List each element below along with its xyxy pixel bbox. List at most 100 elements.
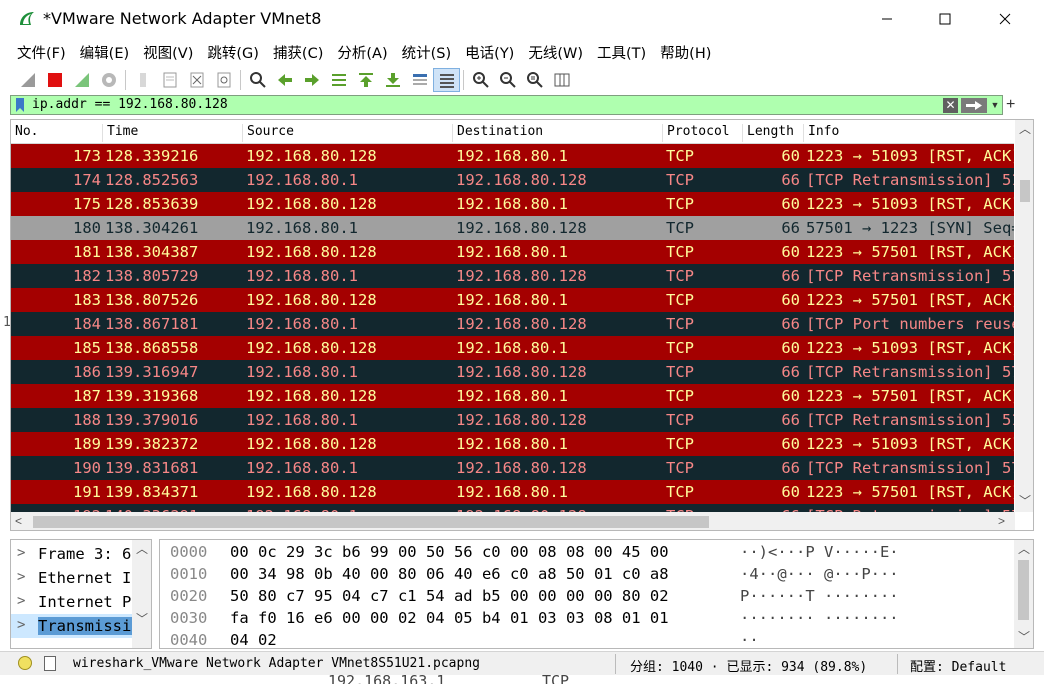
zoom-in-button[interactable] (467, 68, 494, 92)
packet-row[interactable]: 189 139.382372 192.168.80.128 192.168.80.1 T… (11, 432, 1014, 456)
start-capture-button[interactable] (14, 68, 41, 92)
column-header-destination[interactable]: Destination (452, 124, 543, 142)
scroll-right-icon[interactable]: > (998, 514, 1005, 528)
colorize-button[interactable] (433, 68, 460, 92)
scroll-thumb[interactable] (33, 516, 709, 528)
display-filter-input[interactable] (32, 97, 932, 112)
packet-details[interactable]: > Frame 3: 60 bytes on wire > Ethernet I… (10, 539, 152, 649)
detail-row-frame[interactable]: > Frame 3: 60 bytes on wire (11, 542, 151, 566)
apply-filter-button[interactable] (961, 98, 987, 113)
close-file-button[interactable] (183, 68, 210, 92)
packet-source: 192.168.80.128 (246, 291, 377, 309)
packet-row[interactable]: 183 138.807526 192.168.80.128 192.168.80.1 T… (11, 288, 1014, 312)
scroll-down-icon[interactable]: ﹀ (1018, 628, 1030, 645)
packet-row[interactable]: 175 128.853639 192.168.80.128 192.168.80.1 T… (11, 192, 1014, 216)
scroll-up-icon[interactable]: ︿ (1018, 540, 1030, 557)
column-header-info[interactable]: Info (803, 124, 839, 142)
packet-protocol: TCP (666, 339, 694, 357)
filter-history-dropdown[interactable]: ▼ (988, 98, 1002, 113)
expert-info-led-icon[interactable] (18, 656, 32, 670)
scroll-left-icon[interactable]: < (15, 514, 22, 528)
menu-go[interactable]: 跳转(G) (200, 42, 266, 63)
column-header-source[interactable]: Source (242, 124, 294, 142)
packet-bytes[interactable]: 0000 00 0c 29 3c b6 99 00 50 56 c0 00 08 … (159, 539, 1034, 649)
packet-info: [TCP Retransmission] 51093 → 1223 [SYN] (806, 411, 1014, 429)
packet-row[interactable]: 191 139.834371 192.168.80.128 192.168.80.1 T… (11, 480, 1014, 504)
packet-row[interactable]: 182 138.805729 192.168.80.1 192.168.80.128 T… (11, 264, 1014, 288)
packet-source: 192.168.80.128 (246, 435, 377, 453)
packet-row[interactable]: 190 139.831681 192.168.80.1 192.168.80.128 T… (11, 456, 1014, 480)
packet-row[interactable]: 185 138.868558 192.168.80.128 192.168.80.1 T… (11, 336, 1014, 360)
capture-options-button[interactable] (95, 68, 122, 92)
scroll-down-icon[interactable]: ﹀ (136, 610, 148, 627)
menu-wireless[interactable]: 无线(W) (521, 42, 590, 63)
detail-row-tcp[interactable]: > Transmission Control Protocol (11, 614, 151, 638)
close-button[interactable] (982, 0, 1028, 38)
menu-file[interactable]: 文件(F) (10, 42, 73, 63)
find-packet-button[interactable] (244, 68, 271, 92)
clear-filter-button[interactable]: ✕ (943, 98, 958, 113)
packet-row[interactable]: 184 138.867181 192.168.80.1 192.168.80.128 T… (11, 312, 1014, 336)
packet-destination: 192.168.80.1 (456, 195, 568, 213)
go-last-button[interactable] (379, 68, 406, 92)
packet-row[interactable]: 174 128.852563 192.168.80.1 192.168.80.128 T… (11, 168, 1014, 192)
chevron-right-icon[interactable]: > (17, 545, 25, 561)
packet-info: 1223 → 51093 [RST, ACK] Seq=1 Ack=1 Win=… (806, 195, 1014, 213)
packet-row[interactable]: 173 128.339216 192.168.80.128 192.168.80.1 T… (11, 144, 1014, 168)
chevron-right-icon[interactable]: > (17, 569, 25, 585)
autoscroll-button[interactable] (406, 68, 433, 92)
add-filter-button[interactable]: + (1006, 96, 1015, 114)
column-header-no[interactable]: No. (11, 124, 38, 142)
restart-capture-button[interactable] (68, 68, 95, 92)
menu-tools[interactable]: 工具(T) (590, 42, 653, 63)
go-back-button[interactable] (271, 68, 298, 92)
chevron-right-icon[interactable]: > (17, 617, 25, 633)
menu-capture[interactable]: 捕获(C) (266, 42, 330, 63)
save-file-button[interactable] (156, 68, 183, 92)
packet-info: 1223 → 51093 [RST, ACK] Seq=1 Ack=1 Win=… (806, 147, 1014, 165)
profile-indicator[interactable]: 配置: Default (910, 656, 1006, 675)
minimize-button[interactable] (864, 0, 910, 38)
go-to-packet-button[interactable] (325, 68, 352, 92)
detail-row-ip[interactable]: > Internet Protocol (11, 590, 151, 614)
menu-edit[interactable]: 编辑(E) (73, 42, 136, 63)
packet-row[interactable]: 181 138.304387 192.168.80.128 192.168.80.1 T… (11, 240, 1014, 264)
column-header-time[interactable]: Time (102, 124, 138, 142)
packet-row[interactable]: 188 139.379016 192.168.80.1 192.168.80.128 T… (11, 408, 1014, 432)
normal-size-button[interactable] (521, 68, 548, 92)
bytes-vscrollbar[interactable]: ︿ ﹀ (1014, 540, 1033, 648)
column-header-length[interactable]: Length (742, 124, 794, 142)
scroll-up-icon[interactable]: ︿ (136, 540, 148, 557)
packet-list-hscrollbar[interactable]: < > (11, 512, 1015, 530)
packet-row[interactable]: 187 139.319368 192.168.80.128 192.168.80.1 T… (11, 384, 1014, 408)
menu-statistics[interactable]: 统计(S) (395, 42, 459, 63)
packet-list-vscrollbar[interactable]: ︿ ﹀ (1015, 120, 1033, 512)
packet-destination: 192.168.80.1 (456, 387, 568, 405)
column-header-protocol[interactable]: Protocol (662, 124, 730, 142)
scroll-thumb[interactable] (1020, 180, 1030, 202)
reload-file-button[interactable] (210, 68, 237, 92)
scroll-up-icon[interactable]: ︿ (1019, 120, 1031, 137)
packet-row[interactable]: 186 139.316947 192.168.80.1 192.168.80.128 T… (11, 360, 1014, 384)
scroll-thumb[interactable] (1018, 560, 1029, 620)
detail-row-ethernet[interactable]: > Ethernet II (11, 566, 151, 590)
capture-comment-icon[interactable] (44, 656, 56, 671)
zoom-out-button[interactable] (494, 68, 521, 92)
go-forward-button[interactable] (298, 68, 325, 92)
packet-row[interactable]: 180 138.304261 192.168.80.1 192.168.80.128 T… (11, 216, 1014, 240)
menu-view[interactable]: 视图(V) (136, 42, 200, 63)
chevron-right-icon[interactable]: > (17, 593, 25, 609)
details-vscrollbar[interactable]: ︿ ﹀ (132, 540, 151, 648)
open-file-button[interactable] (129, 68, 156, 92)
packet-time: 138.807526 (105, 291, 199, 309)
go-first-button[interactable] (352, 68, 379, 92)
menu-help[interactable]: 帮助(H) (653, 42, 718, 63)
scroll-down-icon[interactable]: ﹀ (1019, 492, 1031, 509)
menu-analyze[interactable]: 分析(A) (330, 42, 394, 63)
stop-capture-button[interactable] (41, 68, 68, 92)
packet-list[interactable]: No. Time Source Destination Protocol Len… (10, 119, 1034, 531)
menu-telephony[interactable]: 电话(Y) (458, 42, 521, 63)
resize-columns-button[interactable] (548, 68, 575, 92)
bookmark-icon[interactable] (15, 98, 25, 112)
maximize-button[interactable] (922, 0, 968, 38)
